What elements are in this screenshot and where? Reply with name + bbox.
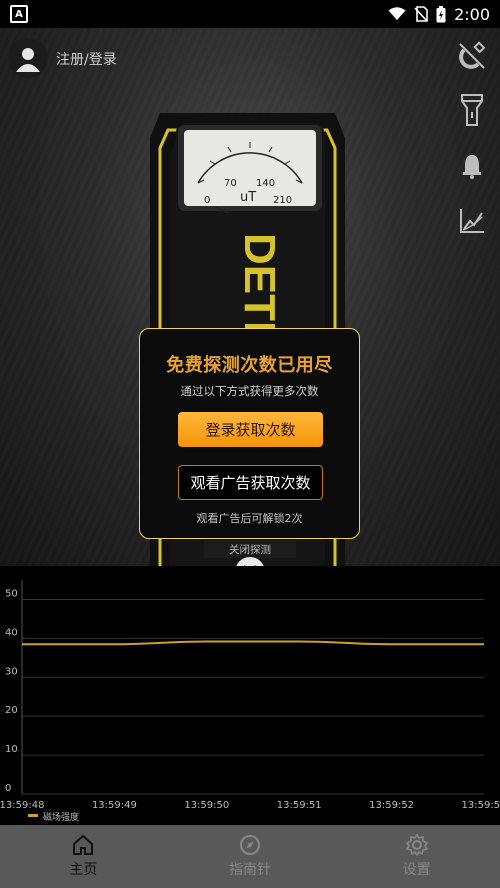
- detector-panel: 注册/登录 DETECTOR: [0, 28, 500, 566]
- bottom-tab-bar: 主页 指南针 设置: [0, 825, 500, 888]
- user-icon: [16, 48, 40, 72]
- chart-svg: 0 10 20 30 40 50 13:59:48 13:59:49 13:59:50 13:59…: [0, 580, 500, 823]
- alarm-button[interactable]: [454, 148, 490, 184]
- meter-unit-label: uT: [240, 190, 256, 205]
- x-tick-label: 13:59:52: [369, 800, 414, 811]
- compass-icon: [239, 835, 260, 855]
- watch-ad-button[interactable]: 观看广告获取次数: [178, 465, 323, 500]
- tab-compass-label: 指南针: [228, 862, 271, 878]
- y-tick-label: 30: [5, 666, 18, 677]
- tab-home[interactable]: 主页: [23, 834, 143, 879]
- x-tick-label: 13:59:48: [0, 800, 44, 811]
- magnet-toggle-button[interactable]: [454, 38, 490, 74]
- y-tick-label: 0: [5, 783, 11, 794]
- meter-gauge: 0 70 140 210 uT: [176, 123, 324, 213]
- battery-icon: [436, 5, 446, 22]
- field-strength-chart: 0 10 20 30 40 50 13:59:48 13:59:49 13:59:50 13:59…: [0, 566, 500, 825]
- close-detect-label: 关闭探测: [229, 544, 271, 556]
- y-tick-label: 50: [5, 588, 18, 599]
- home-icon: [73, 834, 94, 855]
- tab-home-label: 主页: [69, 862, 98, 878]
- no-sim-icon: [414, 6, 428, 22]
- wifi-icon: [388, 7, 406, 20]
- y-tick-label: 10: [5, 744, 18, 755]
- status-bar: A 2:00: [0, 0, 500, 28]
- legend-label: 磁场强度: [43, 811, 79, 823]
- dialog-title: 免费探测次数已用尽: [166, 355, 333, 376]
- dialog-subtitle: 通过以下方式获得更多次数: [180, 384, 319, 398]
- close-detect-label-bg: 关闭探测: [204, 540, 296, 558]
- x-tick-label: 13:59:51: [277, 800, 322, 811]
- dialog-note: 观看广告后可解锁2次: [196, 512, 303, 525]
- scale-label-140: 140: [256, 178, 275, 189]
- tab-compass[interactable]: 指南针: [190, 834, 310, 879]
- clock: 2:00: [454, 4, 490, 24]
- magnet-off-icon: [459, 41, 486, 69]
- app-notification-icon: A: [10, 5, 28, 23]
- scale-label-0: 0: [204, 195, 210, 206]
- tab-settings[interactable]: 设置: [357, 834, 477, 879]
- avatar[interactable]: [8, 38, 48, 78]
- flashlight-icon: [461, 94, 483, 126]
- chart-toggle-button[interactable]: [454, 203, 490, 239]
- series-line: [22, 640, 484, 646]
- legend-swatch: [28, 814, 38, 817]
- settings-icon: [405, 834, 428, 856]
- scale-label-210: 210: [273, 195, 292, 206]
- scale-label-70: 70: [224, 178, 237, 189]
- chart-icon: [460, 209, 484, 233]
- flashlight-button[interactable]: [454, 92, 490, 128]
- quota-exhausted-dialog: 免费探测次数已用尽 通过以下方式获得更多次数 登录获取次数 观看广告获取次数 观…: [139, 328, 360, 539]
- y-tick-label: 20: [5, 705, 18, 716]
- tab-settings-label: 设置: [402, 862, 431, 878]
- login-link[interactable]: 注册/登录: [56, 49, 117, 69]
- login-for-quota-button[interactable]: 登录获取次数: [178, 412, 323, 447]
- x-tick-label: 13:59:50: [184, 800, 229, 811]
- y-tick-label: 40: [5, 627, 18, 638]
- bell-icon: [463, 155, 481, 179]
- x-tick-label: 13:59:53: [462, 800, 500, 811]
- x-tick-label: 13:59:49: [92, 800, 137, 811]
